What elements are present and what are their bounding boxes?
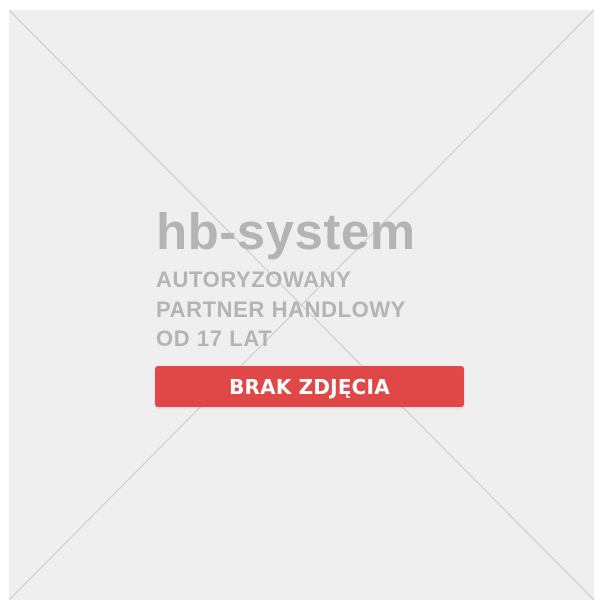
no-image-placeholder: hb-system AUTORYZOWANY PARTNER HANDLOWY … [9,10,594,600]
no-photo-label: BRAK ZDJĘCIA [229,374,390,399]
tagline-line-3: OD 17 LAT [156,326,273,351]
brand-tagline: AUTORYZOWANY PARTNER HANDLOWY OD 17 LAT [156,265,406,354]
tagline-line-2: PARTNER HANDLOWY [156,296,406,322]
brand-logo-text: hb-system [156,203,416,260]
tagline-line-1: AUTORYZOWANY [156,267,352,292]
no-photo-badge: BRAK ZDJĘCIA [155,366,464,407]
